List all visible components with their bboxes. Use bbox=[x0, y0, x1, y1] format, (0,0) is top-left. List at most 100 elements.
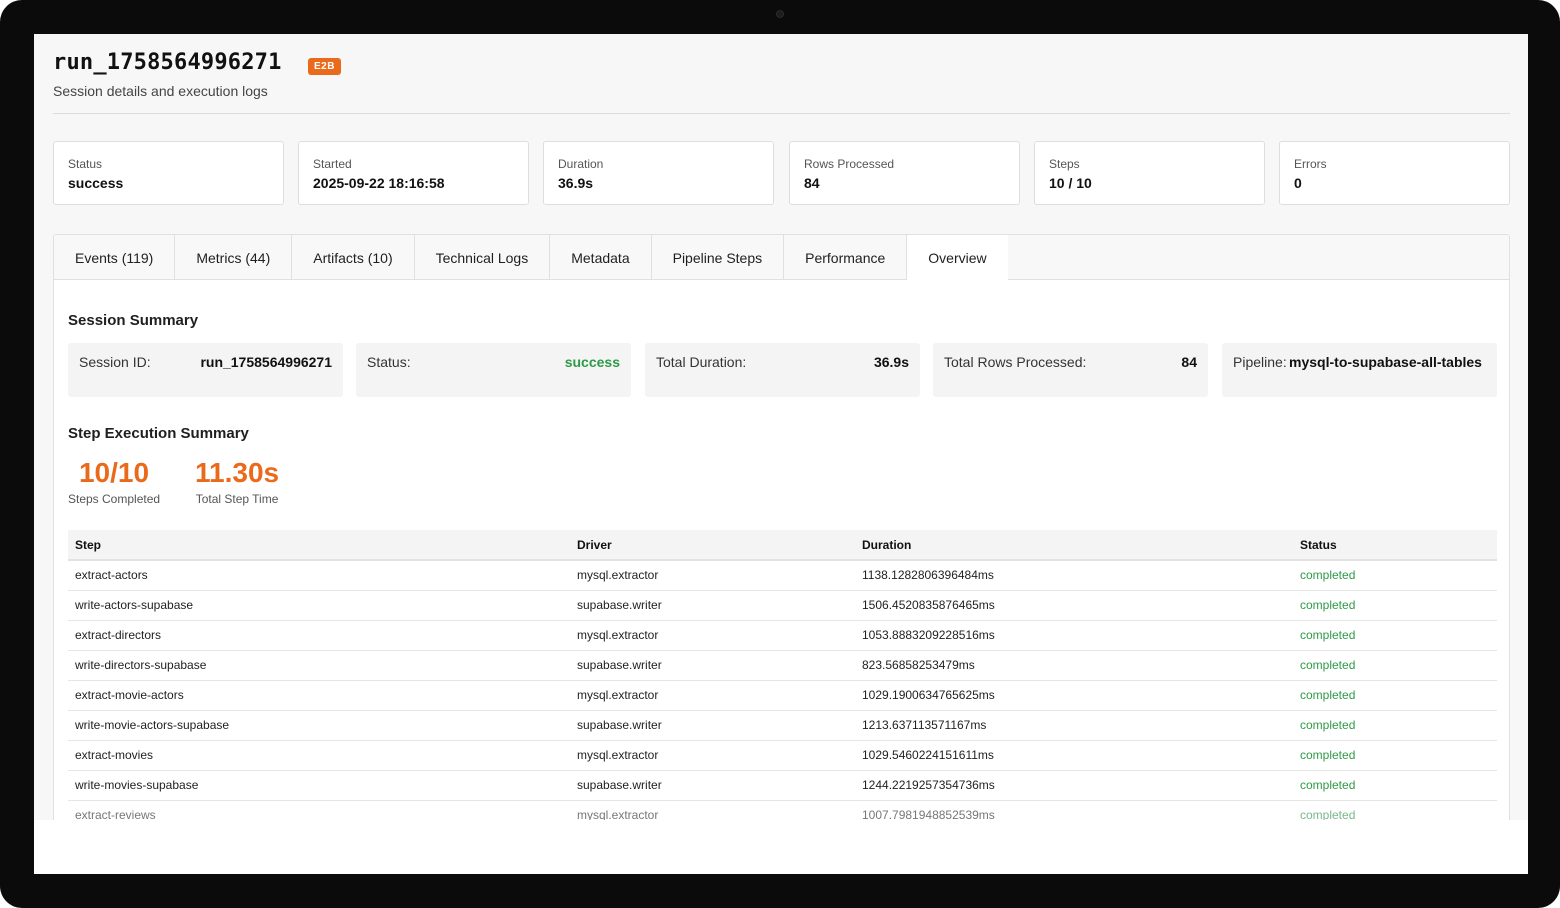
tab-events[interactable]: Events (119) bbox=[54, 235, 176, 280]
tab-bar: Events (119) Metrics (44) Artifacts (10)… bbox=[54, 235, 1509, 280]
cell-status: completed bbox=[1293, 770, 1497, 801]
stat-card-duration: Duration 36.9s bbox=[543, 141, 774, 205]
device-frame: run_1758564996271 E2B Session details an… bbox=[0, 0, 1560, 908]
cell-status: completed bbox=[1293, 620, 1497, 651]
cell-step: write-actors-supabase bbox=[68, 590, 570, 621]
cell-driver: mysql.extractor bbox=[570, 740, 855, 771]
page-title: run_1758564996271 bbox=[53, 50, 282, 75]
cell-status: completed bbox=[1293, 680, 1497, 711]
cell-driver: mysql.extractor bbox=[570, 560, 855, 591]
cell-duration: 1029.1900634765625ms bbox=[855, 680, 1293, 711]
cell-status: completed bbox=[1293, 650, 1497, 681]
page-subtitle: Session details and execution logs bbox=[53, 83, 268, 99]
stat-label: Errors bbox=[1294, 157, 1327, 171]
cell-duration: 1213.637113571167ms bbox=[855, 710, 1293, 741]
summary-card-status: Status: success bbox=[356, 343, 631, 397]
cell-step: write-movie-actors-supabase bbox=[68, 710, 570, 741]
total-step-time-label: Total Step Time bbox=[195, 492, 279, 506]
steps-completed-value: 10/10 bbox=[78, 457, 150, 488]
table-row[interactable]: extract-movies mysql.extractor 1029.5460… bbox=[68, 740, 1497, 771]
cell-step: extract-movie-actors bbox=[68, 680, 570, 711]
cell-duration: 1506.4520835876465ms bbox=[855, 590, 1293, 621]
session-summary-cards: Session ID: run_1758564996271 Status: su… bbox=[68, 343, 1497, 397]
cell-duration: 1007.7981948852539ms bbox=[855, 800, 1293, 820]
stat-value: success bbox=[68, 175, 124, 191]
stat-card-errors: Errors 0 bbox=[1279, 141, 1510, 205]
stat-label: Status bbox=[68, 157, 103, 171]
stat-cards: Status success Started 2025-09-22 18:16:… bbox=[53, 141, 1510, 205]
cell-duration: 1029.5460224151611ms bbox=[855, 740, 1293, 771]
stat-value: 0 bbox=[1294, 175, 1302, 191]
steps-completed-label: Steps Completed bbox=[68, 492, 161, 506]
stat-value: 36.9s bbox=[558, 175, 594, 191]
tab-overview[interactable]: Overview bbox=[907, 235, 1008, 280]
table-row[interactable]: extract-actors mysql.extractor 1138.1282… bbox=[68, 560, 1497, 591]
cell-step: extract-movies bbox=[68, 740, 570, 771]
page-viewport[interactable]: run_1758564996271 E2B Session details an… bbox=[34, 34, 1528, 820]
column-header-driver[interactable]: Driver bbox=[570, 530, 855, 561]
summary-label: Total Rows Processed: bbox=[944, 354, 1087, 370]
summary-label: Pipeline: bbox=[1233, 354, 1287, 370]
cell-status: completed bbox=[1293, 710, 1497, 741]
stat-value: 2025-09-22 18:16:58 bbox=[313, 175, 445, 191]
summary-card-rows: Total Rows Processed: 84 bbox=[933, 343, 1208, 397]
tab-artifacts[interactable]: Artifacts (10) bbox=[292, 235, 415, 280]
stat-card-steps: Steps 10 / 10 bbox=[1034, 141, 1265, 205]
table-row[interactable]: write-directors-supabase supabase.writer… bbox=[68, 650, 1497, 681]
stat-label: Duration bbox=[558, 157, 604, 171]
total-step-time-value: 11.30s bbox=[195, 457, 280, 488]
page-header: run_1758564996271 E2B Session details an… bbox=[53, 50, 1510, 114]
steps-table-container: Step Driver Duration Status extract-acto… bbox=[68, 530, 1497, 820]
tab-technical-logs[interactable]: Technical Logs bbox=[415, 235, 551, 280]
stat-label: Steps bbox=[1049, 157, 1080, 171]
table-header-row: Step Driver Duration Status bbox=[68, 530, 1497, 561]
table-row[interactable]: write-actors-supabase supabase.writer 15… bbox=[68, 590, 1497, 621]
stat-value: 84 bbox=[804, 175, 820, 191]
cell-step: extract-reviews bbox=[68, 800, 570, 820]
table-row[interactable]: write-movies-supabase supabase.writer 12… bbox=[68, 770, 1497, 801]
cell-step: extract-actors bbox=[68, 560, 570, 591]
stat-label: Started bbox=[313, 157, 352, 171]
summary-value: 36.9s bbox=[873, 354, 909, 370]
cell-status: completed bbox=[1293, 740, 1497, 771]
column-header-step[interactable]: Step bbox=[68, 530, 570, 561]
cell-status: completed bbox=[1293, 590, 1497, 621]
summary-value: run_1758564996271 bbox=[200, 354, 332, 370]
session-summary-heading: Session Summary bbox=[68, 312, 199, 329]
step-summary-heading: Step Execution Summary bbox=[68, 425, 249, 442]
steps-completed-metric: 10/10 Steps Completed bbox=[68, 457, 160, 506]
cell-driver: supabase.writer bbox=[570, 650, 855, 681]
cell-duration: 1053.8883209228516ms bbox=[855, 620, 1293, 651]
stat-card-started: Started 2025-09-22 18:16:58 bbox=[298, 141, 529, 205]
tab-metrics[interactable]: Metrics (44) bbox=[175, 235, 293, 280]
table-row[interactable]: extract-reviews mysql.extractor 1007.798… bbox=[68, 800, 1497, 820]
summary-label: Session ID: bbox=[79, 354, 151, 370]
tab-pipeline-steps[interactable]: Pipeline Steps bbox=[652, 235, 785, 280]
stat-label: Rows Processed bbox=[804, 157, 895, 171]
cell-driver: supabase.writer bbox=[570, 710, 855, 741]
table-row[interactable]: extract-directors mysql.extractor 1053.8… bbox=[68, 620, 1497, 651]
cell-driver: supabase.writer bbox=[570, 770, 855, 801]
summary-card-duration: Total Duration: 36.9s bbox=[645, 343, 920, 397]
cell-duration: 1138.1282806396484ms bbox=[855, 560, 1293, 591]
column-header-duration[interactable]: Duration bbox=[855, 530, 1293, 561]
tab-metadata[interactable]: Metadata bbox=[550, 235, 652, 280]
cell-step: write-directors-supabase bbox=[68, 650, 570, 681]
cell-driver: mysql.extractor bbox=[570, 800, 855, 820]
stat-card-rows-processed: Rows Processed 84 bbox=[789, 141, 1020, 205]
summary-card-pipeline: Pipeline: mysql-to-supabase-all-tables bbox=[1222, 343, 1497, 397]
cell-status: completed bbox=[1293, 560, 1497, 591]
stat-value: 10 / 10 bbox=[1049, 175, 1092, 191]
column-header-status[interactable]: Status bbox=[1293, 530, 1497, 561]
tab-performance[interactable]: Performance bbox=[784, 235, 908, 280]
table-row[interactable]: write-movie-actors-supabase supabase.wri… bbox=[68, 710, 1497, 741]
stat-card-status: Status success bbox=[53, 141, 284, 205]
table-row[interactable]: extract-movie-actors mysql.extractor 102… bbox=[68, 680, 1497, 711]
cell-step: write-movies-supabase bbox=[68, 770, 570, 801]
summary-card-session-id: Session ID: run_1758564996271 bbox=[68, 343, 343, 397]
cell-duration: 1244.2219257354736ms bbox=[855, 770, 1293, 801]
summary-value: mysql-to-supabase-all-tables bbox=[1289, 354, 1482, 370]
cell-driver: mysql.extractor bbox=[570, 620, 855, 651]
cell-status: completed bbox=[1293, 800, 1497, 820]
total-step-time-metric: 11.30s Total Step Time bbox=[195, 457, 279, 506]
